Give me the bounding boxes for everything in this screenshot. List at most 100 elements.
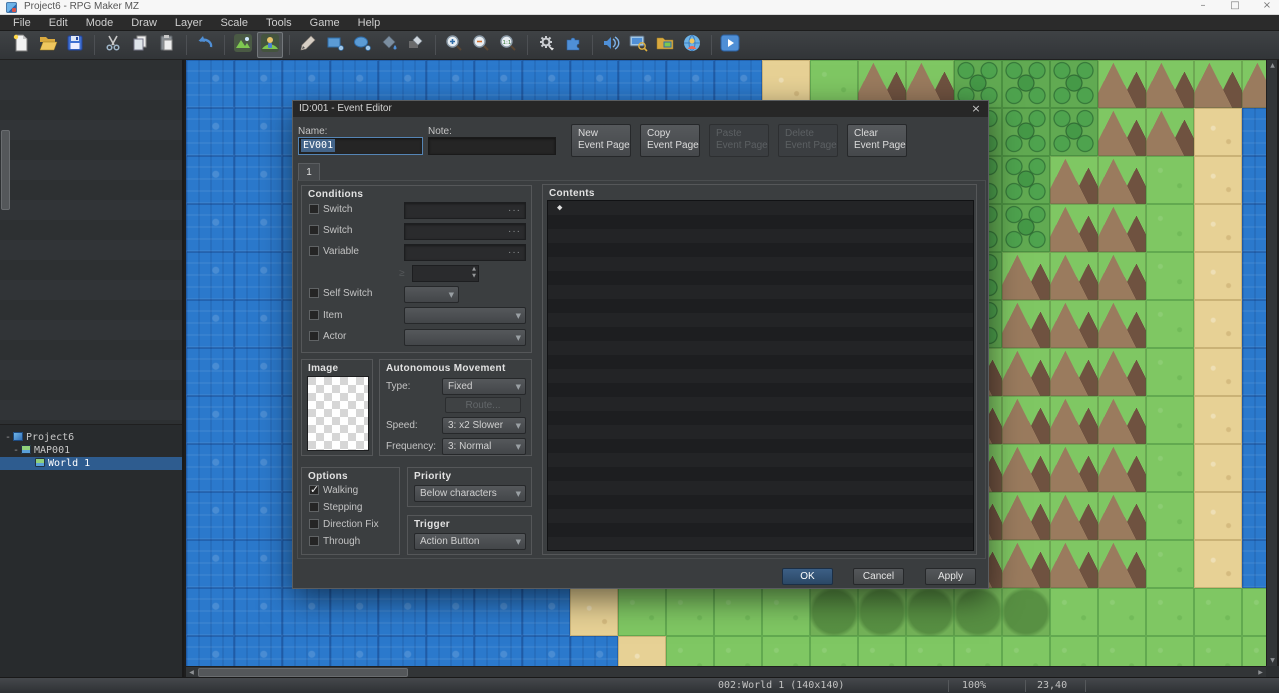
menu-help[interactable]: Help [349,16,390,30]
rectangle-button[interactable] [322,32,348,58]
scroll-down-icon[interactable]: ▼ [1267,655,1278,666]
frequency-dropdown[interactable]: 3: Normal [442,438,526,455]
character-generator-button[interactable] [679,32,705,58]
database-button[interactable] [533,32,559,58]
map-mode-button[interactable] [230,32,256,58]
ellipse-button[interactable] [349,32,375,58]
tree-item-world-1[interactable]: World 1 [0,457,182,470]
menu-layer[interactable]: Layer [166,16,212,30]
speed-dropdown[interactable]: 3: x2 Slower [442,417,526,434]
new-event-page-button[interactable]: New Event Page [571,124,631,157]
empty-command-row[interactable] [548,257,973,271]
event-image-box[interactable] [307,376,369,451]
actual-scale-button[interactable]: 1:1 [495,32,521,58]
empty-command-row[interactable] [548,467,973,481]
variable-field[interactable]: ··· [404,244,526,261]
menu-game[interactable]: Game [301,16,349,30]
scroll-up-icon[interactable]: ▲ [1267,60,1278,71]
event-searcher-button[interactable] [625,32,651,58]
empty-command-row[interactable] [548,215,973,229]
self-switch-dropdown[interactable] [404,286,459,303]
plugin-manager-button[interactable] [560,32,586,58]
empty-command-row[interactable] [548,355,973,369]
empty-command-row[interactable] [548,523,973,537]
empty-command-row[interactable] [548,397,973,411]
tree-expander[interactable]: - [12,444,20,457]
empty-command-row[interactable] [548,369,973,383]
play-test-button[interactable] [717,32,743,58]
empty-command-row[interactable] [548,383,973,397]
dialog-close-icon[interactable]: × [969,102,983,116]
empty-command-row[interactable] [548,243,973,257]
variable-checkbox[interactable] [309,246,319,256]
empty-command-row[interactable] [548,439,973,453]
resource-manager-button[interactable] [652,32,678,58]
pencil-button[interactable] [295,32,321,58]
empty-command-row[interactable] [548,425,973,439]
note-input[interactable] [428,137,556,155]
shadow-pen-button[interactable] [403,32,429,58]
ok-button[interactable]: OK [782,568,833,585]
maximize-button[interactable]: □ [1220,0,1250,14]
paste-button[interactable] [154,32,180,58]
horizontal-scroll-thumb[interactable] [198,668,408,677]
empty-command-row[interactable] [548,495,973,509]
variable-browse-button[interactable]: ··· [508,247,521,258]
menu-mode[interactable]: Mode [77,16,123,30]
map-horizontal-scrollbar[interactable]: ◀ ▶ [186,666,1266,677]
copy-event-page-button[interactable]: Copy Event Page [640,124,700,157]
empty-command-row[interactable] [548,271,973,285]
menu-scale[interactable]: Scale [211,16,257,30]
zoom-out-button[interactable] [468,32,494,58]
map-vertical-scrollbar[interactable]: ▲ ▼ [1266,60,1277,666]
priority-dropdown[interactable]: Below characters [414,485,526,502]
switch2-field[interactable]: ··· [404,223,526,240]
direction-fix-checkbox[interactable] [309,519,319,529]
empty-command-row[interactable] [548,453,973,467]
tree-item-map001[interactable]: -MAP001 [0,444,182,457]
event-page-tab-1[interactable]: 1 [298,163,320,181]
switch2-checkbox[interactable] [309,225,319,235]
name-input[interactable]: EV001 [298,137,423,155]
item-dropdown[interactable] [404,307,526,324]
clear-event-page-button[interactable]: Clear Event Page [847,124,907,157]
self-switch-checkbox[interactable] [309,288,319,298]
trigger-dropdown[interactable]: Action Button [414,533,526,550]
empty-command-row[interactable] [548,481,973,495]
empty-command-row[interactable] [548,341,973,355]
copy-button[interactable] [127,32,153,58]
switch1-field[interactable]: ··· [404,202,526,219]
item-checkbox[interactable] [309,310,319,320]
zoom-in-button[interactable] [441,32,467,58]
menu-tools[interactable]: Tools [257,16,301,30]
close-window-button[interactable]: × [1252,0,1279,14]
empty-command-row[interactable] [548,509,973,523]
apply-button[interactable]: Apply [925,568,976,585]
walking-checkbox[interactable] [309,485,319,495]
through-checkbox[interactable] [309,536,319,546]
minimize-button[interactable]: – [1188,0,1218,14]
empty-command-row[interactable] [548,411,973,425]
variable-value-spinner[interactable] [412,265,479,282]
new-project-button[interactable] [8,32,34,58]
tree-expander[interactable]: - [4,431,12,444]
empty-command-row[interactable] [548,537,973,551]
tile-palette[interactable] [0,60,182,424]
stepping-checkbox[interactable] [309,502,319,512]
sound-test-button[interactable] [598,32,624,58]
movement-type-dropdown[interactable]: Fixed [442,378,526,395]
event-mode-button[interactable] [257,32,283,58]
tree-item-project6[interactable]: -Project6 [0,431,182,444]
empty-command-row[interactable] [548,285,973,299]
flood-fill-button[interactable] [376,32,402,58]
open-project-button[interactable] [35,32,61,58]
event-commands-list[interactable]: ◆ [547,200,974,551]
empty-command-row[interactable] [548,327,973,341]
switch2-browse-button[interactable]: ··· [508,226,521,237]
cut-button[interactable] [100,32,126,58]
menu-edit[interactable]: Edit [40,16,77,30]
save-project-button[interactable] [62,32,88,58]
switch1-browse-button[interactable]: ··· [508,205,521,216]
switch1-checkbox[interactable] [309,204,319,214]
vertical-scroll-thumb[interactable] [1,130,10,210]
